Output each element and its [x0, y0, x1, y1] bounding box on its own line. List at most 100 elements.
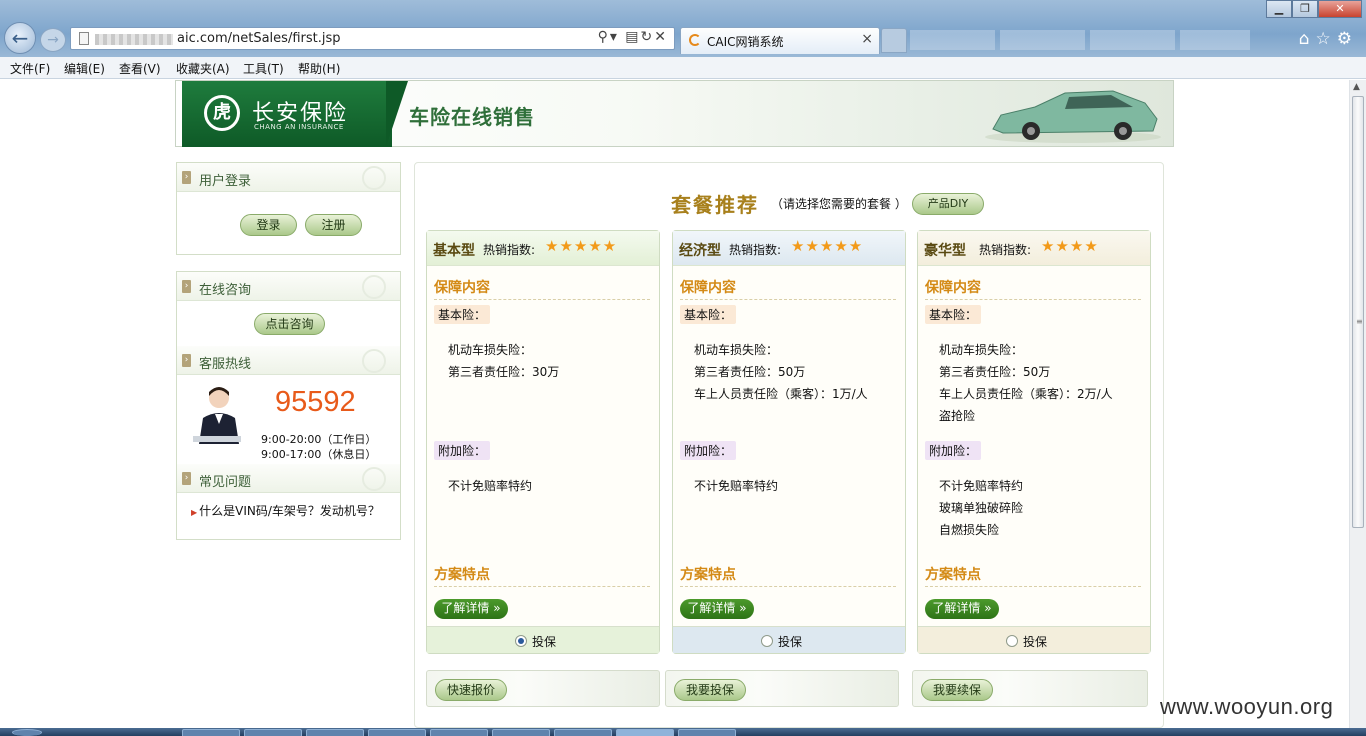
addon-insurance-tag: 附加险：	[925, 441, 982, 460]
learn-more-button[interactable]: 了解详情 »	[434, 599, 508, 619]
faq-title: 常见问题	[199, 475, 252, 490]
insure-label[interactable]: 投保	[532, 633, 556, 650]
select-package-radio[interactable]	[1006, 635, 1018, 647]
watermark-emblem-icon	[362, 467, 386, 491]
faq-list: ▶ 什么是VIN码/车架号？发动机号？	[177, 494, 400, 534]
menu-view[interactable]: 查看(V)	[119, 60, 161, 77]
watermark-text: www.wooyun.org	[1160, 694, 1334, 719]
address-bar-icons[interactable]: ⚲▾ ▤↻✕	[598, 29, 668, 45]
search-icon[interactable]: ⚲▾	[598, 29, 619, 45]
taskbar-item[interactable]	[368, 729, 426, 736]
learn-more-button[interactable]: 了解详情 »	[925, 599, 999, 619]
start-button[interactable]	[12, 729, 42, 736]
learn-more-label[interactable]: 了解详情	[441, 601, 489, 615]
taskbar-item[interactable]	[492, 729, 550, 736]
addon-item: 自燃损失险	[939, 523, 1000, 537]
forward-button[interactable]: →	[40, 28, 66, 52]
settings-gear-icon[interactable]: ⚙	[1337, 29, 1358, 49]
features-heading: 方案特点	[434, 564, 650, 587]
faq-item[interactable]: ▶ 什么是VIN码/车架号？发动机号？	[191, 502, 380, 519]
taskbar-item[interactable]	[182, 729, 240, 736]
compat-icon[interactable]: ▤	[625, 29, 640, 45]
browser-toolbar-icons: ⌂☆⚙	[1299, 29, 1358, 49]
menu-edit[interactable]: 编辑(E)	[64, 60, 105, 77]
taskbar-item[interactable]	[430, 729, 488, 736]
taskbar-item[interactable]	[244, 729, 302, 736]
hotline-hours-workday: 9:00-20:00（工作日）	[261, 433, 377, 446]
taskbar-item[interactable]	[306, 729, 364, 736]
recommend-subtitle: （请选择您需要的套餐 ）	[771, 197, 907, 211]
home-icon[interactable]: ⌂	[1299, 29, 1316, 49]
addon-insurance-tag: 附加险：	[680, 441, 737, 460]
taskbar-item[interactable]	[678, 729, 736, 736]
select-package-radio[interactable]	[761, 635, 773, 647]
stop-icon[interactable]: ✕	[654, 29, 668, 45]
new-tab-button[interactable]	[881, 28, 907, 53]
package-card-economy: 经济型 热销指数: ★★★★★ 保障内容 基本险： 机动车损失险： 第三者责任险…	[672, 230, 906, 654]
scroll-up-arrow-icon[interactable]: ▲	[1353, 82, 1360, 92]
addon-item: 不计免赔率特约	[939, 479, 1024, 493]
vertical-scrollbar[interactable]: ▲ ≡	[1349, 80, 1366, 728]
renew-button[interactable]: 我要续保	[921, 679, 993, 701]
insure-label[interactable]: 投保	[1023, 633, 1047, 650]
insure-label[interactable]: 投保	[778, 633, 802, 650]
addon-item: 不计免赔率特约	[448, 479, 533, 493]
url-text: aic.com/netSales/first.jsp	[177, 31, 341, 46]
quick-quote-button[interactable]: 快速报价	[435, 679, 507, 701]
tab-close-icon[interactable]: ×	[861, 31, 873, 47]
coverage-item: 第三者责任险：30万	[448, 365, 560, 379]
hot-index-stars-icon: ★★★★★	[545, 237, 618, 255]
taskbar-item[interactable]	[554, 729, 612, 736]
renew-bar: 我要续保	[912, 670, 1148, 707]
basic-insurance-tag: 基本险：	[925, 305, 982, 324]
address-bar[interactable]: aic.com/netSales/first.jsp ⚲▾ ▤↻✕	[70, 27, 675, 50]
section-arrow-icon: ›	[182, 354, 191, 367]
minimize-button[interactable]: ▁	[1266, 0, 1292, 18]
browser-chrome: ← → aic.com/netSales/first.jsp ⚲▾ ▤↻✕ CA…	[0, 0, 1366, 57]
addon-item: 不计免赔率特约	[694, 479, 779, 493]
menu-help[interactable]: 帮助(H)	[298, 60, 340, 77]
browser-tab[interactable]: CAIC网销系统 ×	[680, 27, 880, 54]
online-consult-button[interactable]: 点击咨询	[254, 313, 325, 335]
coverage-item: 机动车损失险：	[939, 343, 1024, 357]
package-header: 豪华型 热销指数: ★★★★	[918, 231, 1150, 266]
package-name: 豪华型	[924, 243, 966, 259]
url-redacted	[95, 34, 173, 45]
scrollbar-thumb[interactable]: ≡	[1352, 96, 1364, 528]
favorites-star-icon[interactable]: ☆	[1316, 29, 1337, 49]
close-window-button[interactable]: ✕	[1318, 0, 1362, 18]
coverage-item: 车上人员责任险（乘客）：2万/人	[939, 387, 1113, 401]
customer-service-agent-image	[193, 387, 241, 444]
insure-now-button[interactable]: 我要投保	[674, 679, 746, 701]
learn-more-label[interactable]: 了解详情	[687, 601, 735, 615]
menu-tools[interactable]: 工具(T)	[243, 60, 284, 77]
select-package-radio[interactable]	[515, 635, 527, 647]
maximize-button[interactable]: ❐	[1292, 0, 1318, 18]
back-button[interactable]: ←	[4, 22, 36, 54]
coverage-heading: 保障内容	[434, 277, 650, 300]
brand-logo[interactable]: 虎 长安保险 CHANG AN INSURANCE	[182, 81, 392, 147]
package-card-luxury: 豪华型 热销指数: ★★★★ 保障内容 基本险： 机动车损失险： 第三者责任险：…	[917, 230, 1151, 654]
coverage-item: 机动车损失险：	[694, 343, 779, 357]
consult-title: 在线咨询	[199, 283, 252, 298]
product-diy-button[interactable]: 产品DIY	[912, 193, 984, 215]
grip-icon: ≡	[1356, 317, 1363, 326]
menu-favorites[interactable]: 收藏夹(A)	[176, 60, 230, 77]
basic-insurance-tag: 基本险：	[434, 305, 491, 324]
refresh-icon[interactable]: ↻	[641, 29, 655, 45]
faq-item-text[interactable]: 什么是VIN码/车架号？发动机号？	[199, 504, 380, 518]
double-chevron-icon: »	[984, 601, 992, 615]
coverage-item: 第三者责任险：50万	[694, 365, 806, 379]
hot-index-label: 热销指数:	[729, 243, 782, 257]
learn-more-label[interactable]: 了解详情	[932, 601, 980, 615]
quick-quote-bar: 快速报价	[426, 670, 660, 707]
menu-bar: 文件(F) 编辑(E) 查看(V) 收藏夹(A) 工具(T) 帮助(H)	[0, 57, 1366, 79]
menu-file[interactable]: 文件(F)	[10, 60, 50, 77]
register-button[interactable]: 注册	[305, 214, 362, 236]
login-button[interactable]: 登录	[240, 214, 297, 236]
watermark-emblem-icon	[362, 349, 386, 373]
learn-more-button[interactable]: 了解详情 »	[680, 599, 754, 619]
taskbar-item-active[interactable]	[616, 729, 674, 736]
package-select-bar: 投保	[918, 626, 1150, 653]
loading-icon	[689, 34, 701, 46]
